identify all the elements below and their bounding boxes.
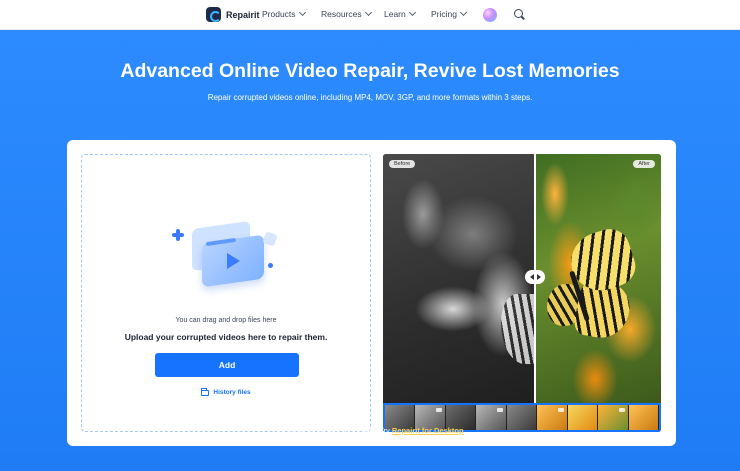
drag-drop-hint: You can drag and drop files here <box>175 317 277 324</box>
after-label: After <box>633 160 655 168</box>
frame-marker <box>496 408 503 412</box>
chevron-down-icon <box>408 8 416 17</box>
desktop-promo-text: Prefer to repair videos locally? Try <box>276 426 392 435</box>
nav-products[interactable]: Products <box>262 8 306 19</box>
top-navigation: Repairit Products Resources Learn Pricin… <box>0 0 740 30</box>
before-after-comparison: Before After <box>383 154 661 432</box>
after-image <box>535 154 661 403</box>
repair-card: You can drag and drop files here Upload … <box>67 140 676 446</box>
nav-learn[interactable]: Learn <box>384 8 416 19</box>
repairit-logo-icon <box>206 7 221 22</box>
search-icon[interactable] <box>514 9 523 18</box>
page-subtitle: Repair corrupted videos online, includin… <box>207 93 533 102</box>
nav-learn-label: Learn <box>384 9 406 19</box>
history-files-link[interactable]: History files <box>82 387 370 396</box>
add-button[interactable]: Add <box>155 353 299 377</box>
desktop-promo: Prefer to repair videos locally? Try Rep… <box>0 426 740 435</box>
brand-name: Repairit <box>226 9 260 20</box>
upload-drop-zone[interactable]: You can drag and drop files here Upload … <box>81 154 371 432</box>
video-play-icon <box>227 253 240 269</box>
folder-icon <box>201 387 210 396</box>
upload-illustration <box>172 217 282 297</box>
page-title: Advanced Online Video Repair, Revive Los… <box>120 60 620 82</box>
brand-logo[interactable]: Repairit <box>206 7 260 22</box>
nav-products-label: Products <box>262 9 296 19</box>
illustration-cube <box>262 231 278 247</box>
nav-pricing[interactable]: Pricing <box>431 8 468 19</box>
illustration-dot <box>268 263 273 268</box>
chevron-down-icon <box>459 8 468 17</box>
slider-handle-icon[interactable] <box>525 270 545 284</box>
frame-marker <box>618 408 625 412</box>
nav-pricing-label: Pricing <box>431 9 457 19</box>
sparkle-icon <box>172 229 184 241</box>
desktop-download-link[interactable]: Repairit for Desktop <box>392 426 464 435</box>
after-butterfly <box>547 223 641 352</box>
chevron-down-icon <box>364 8 372 17</box>
arrow-left-icon <box>529 274 534 280</box>
arrow-right-icon <box>536 274 541 280</box>
chevron-down-icon <box>298 8 306 17</box>
upload-heading: Upload your corrupted videos here to rep… <box>124 332 328 342</box>
frame-marker <box>435 408 442 412</box>
hero-section: Advanced Online Video Repair, Revive Los… <box>0 30 740 471</box>
frame-marker <box>557 408 564 412</box>
before-image <box>383 154 541 403</box>
nav-resources[interactable]: Resources <box>321 8 372 19</box>
nav-resources-label: Resources <box>321 9 362 19</box>
history-files-label: History files <box>213 389 251 396</box>
ai-assistant-icon[interactable] <box>483 8 497 22</box>
before-label: Before <box>389 160 416 168</box>
